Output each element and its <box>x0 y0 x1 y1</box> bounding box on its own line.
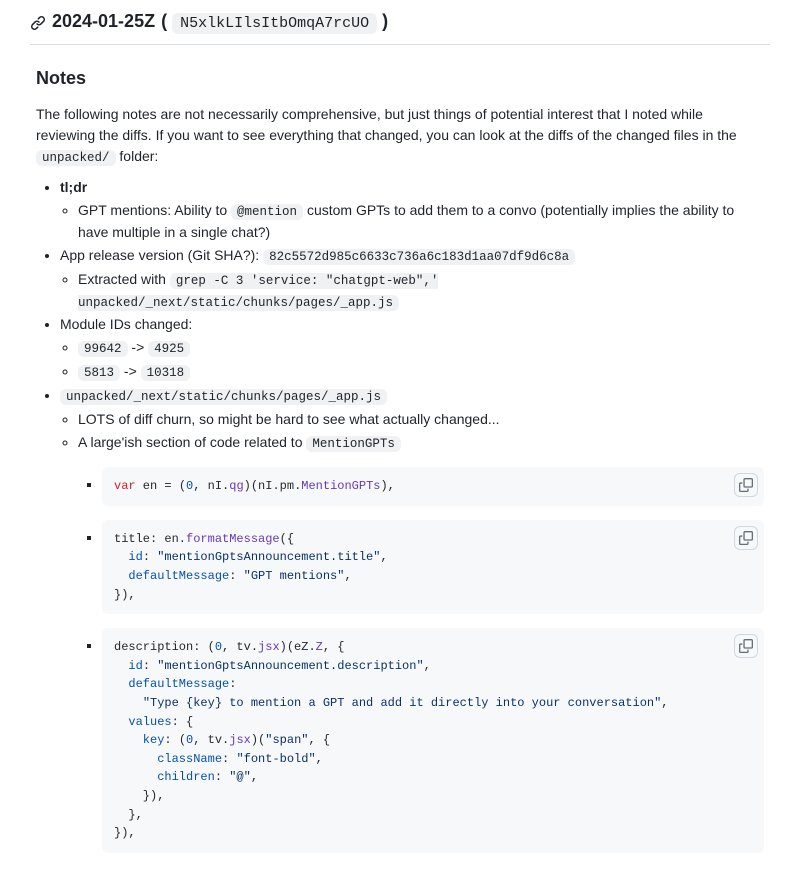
copy-button[interactable] <box>734 634 758 658</box>
tldr-gpt-mentions: GPT mentions: Ability to @mention custom… <box>78 200 764 243</box>
mentiongpts-code: MentionGPTs <box>306 436 401 452</box>
content: Notes The following notes are not necess… <box>8 65 792 880</box>
git-sha: 82c5572d985c6633c736a6c183d1aa07df9d6c8a <box>263 249 575 265</box>
appjs-item: unpacked/_next/static/chunks/pages/_app.… <box>60 385 764 853</box>
link-icon[interactable] <box>30 11 46 32</box>
build-id: N5xlkLIlsItbOmqA7rcUO <box>172 13 377 34</box>
appjs-path: unpacked/_next/static/chunks/pages/_app.… <box>60 389 387 405</box>
codeblock-2: title: en.formatMessage({ id: "mentionGp… <box>102 520 764 614</box>
codeblock-2-item: title: en.formatMessage({ id: "mentionGp… <box>102 520 764 614</box>
unpacked-folder-code: unpacked/ <box>36 150 116 166</box>
page-header: 2024-01-25Z ( N5xlkLIlsItbOmqA7rcUO ) <box>30 0 770 45</box>
module-row-1: 99642 -> 4925 <box>78 337 764 359</box>
copy-button[interactable] <box>734 526 758 550</box>
copy-button[interactable] <box>734 473 758 497</box>
module-row-2: 5813 -> 10318 <box>78 361 764 383</box>
codeblock-1-item: var en = (0, nI.qg)(nI.pm.MentionGPTs), <box>102 467 764 506</box>
notes-heading: Notes <box>36 65 764 92</box>
header-date: 2024-01-25Z <box>52 8 155 35</box>
appjs-note-2: A large'ish section of code related to M… <box>78 432 764 454</box>
mention-code: @mention <box>231 204 303 220</box>
notes-intro: The following notes are not necessarily … <box>36 104 764 168</box>
tldr-label: tl;dr <box>60 179 87 195</box>
codeblock-3: description: (0, tv.jsx)(eZ.Z, { id: "me… <box>102 628 764 853</box>
app-release-item: App release version (Git SHA?): 82c5572d… <box>60 245 764 312</box>
extracted-with: Extracted with grep -C 3 'service: "chat… <box>78 269 764 313</box>
notes-list: tl;dr GPT mentions: Ability to @mention … <box>36 177 764 853</box>
appjs-note-1: LOTS of diff churn, so might be hard to … <box>78 409 764 430</box>
page-title: 2024-01-25Z ( N5xlkLIlsItbOmqA7rcUO ) <box>52 8 388 36</box>
codeblock-3-item: description: (0, tv.jsx)(eZ.Z, { id: "me… <box>102 628 764 853</box>
codeblock-1: var en = (0, nI.qg)(nI.pm.MentionGPTs), <box>102 467 764 506</box>
tldr-item: tl;dr GPT mentions: Ability to @mention … <box>60 177 764 243</box>
module-ids-item: Module IDs changed: 99642 -> 4925 5813 -… <box>60 314 764 383</box>
